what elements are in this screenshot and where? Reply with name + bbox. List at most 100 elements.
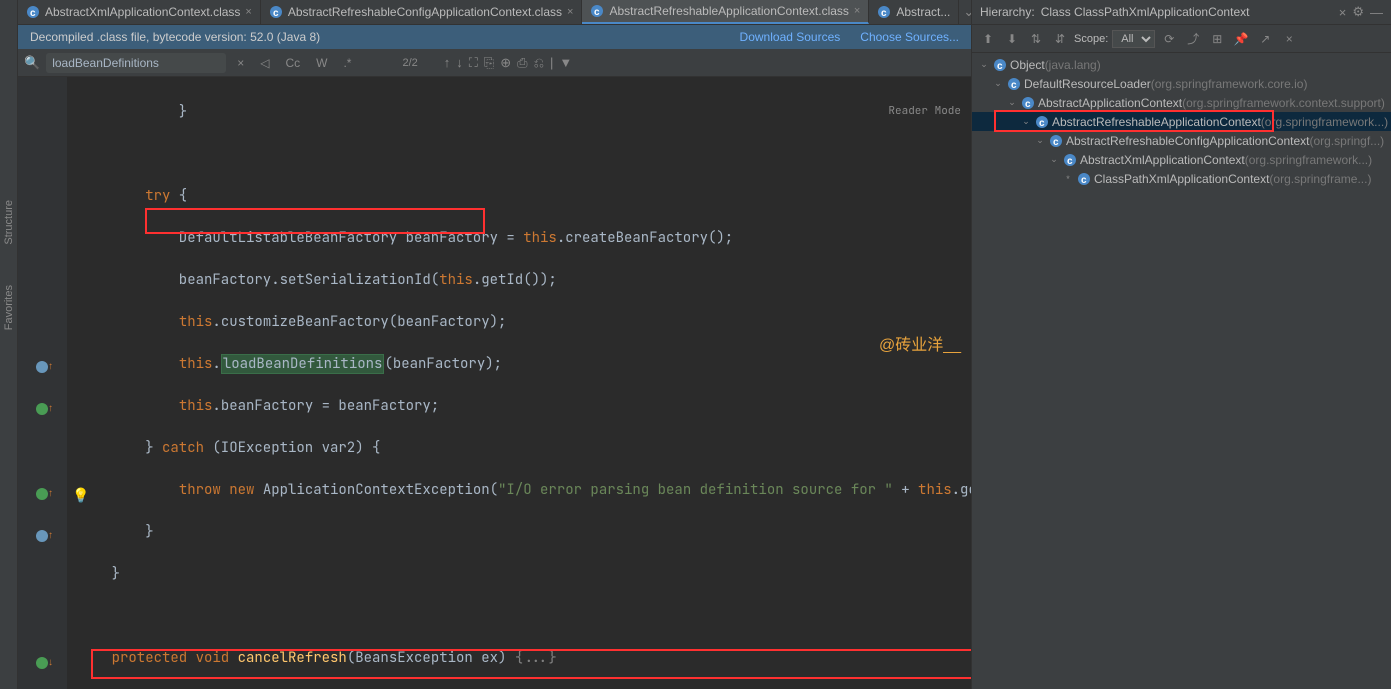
package-name: (org.springframework.context.support) xyxy=(1182,96,1385,110)
class-name: ClassPathXmlApplicationContext xyxy=(1094,172,1269,186)
editor-tab[interactable]: c AbstractRefreshableApplicationContext.… xyxy=(582,0,869,24)
tree-row[interactable]: ⌄cObject (java.lang) xyxy=(972,55,1391,74)
toolbar-icon[interactable]: ⎙ xyxy=(517,55,527,71)
expand-icon[interactable]: * xyxy=(1062,174,1074,184)
tree-row[interactable]: ⌄cAbstractRefreshableConfigApplicationCo… xyxy=(972,131,1391,150)
clear-search-icon[interactable]: × xyxy=(232,54,249,72)
supertypes-icon[interactable]: ⬇ xyxy=(1002,32,1022,46)
close-icon[interactable]: × xyxy=(854,5,860,17)
class-icon: c xyxy=(1007,77,1021,91)
tree-row[interactable]: ⌄cAbstractApplicationContext (org.spring… xyxy=(972,93,1391,112)
tree-row[interactable]: ⌄cAbstractRefreshableApplicationContext … xyxy=(972,112,1391,131)
regex-button[interactable]: .* xyxy=(338,54,356,72)
tab-label: Abstract... xyxy=(896,5,950,19)
decompiled-info-bar: Decompiled .class file, bytecode version… xyxy=(18,25,971,49)
class-name: AbstractRefreshableApplicationContext xyxy=(1052,115,1261,129)
close-icon[interactable]: × xyxy=(1339,5,1347,20)
svg-text:c: c xyxy=(594,7,600,18)
whole-word-button[interactable]: W xyxy=(311,54,332,72)
side-tab-structure[interactable]: Structure xyxy=(3,200,15,245)
editor-tab[interactable]: c Abstract... xyxy=(869,0,959,24)
override-icon[interactable] xyxy=(36,361,48,373)
autoscroll-icon[interactable]: ⤴ xyxy=(1183,30,1203,47)
package-name: (org.springf...) xyxy=(1309,134,1384,148)
download-sources-link[interactable]: Download Sources xyxy=(740,30,841,44)
search-input[interactable] xyxy=(46,53,226,73)
class-icon: c xyxy=(1049,134,1063,148)
side-tab-favorites[interactable]: Favorites xyxy=(3,285,15,330)
class-file-icon: c xyxy=(590,4,604,18)
prev-search-icon[interactable]: ◁ xyxy=(255,54,274,72)
tree-row[interactable]: ⌄cAbstractXmlApplicationContext (org.spr… xyxy=(972,150,1391,169)
override-icon[interactable] xyxy=(36,530,48,542)
editor-gutter: ↑ ↑ ↑ ↑ ↓ 💡 xyxy=(18,77,68,689)
svg-text:c: c xyxy=(1039,118,1045,129)
svg-text:c: c xyxy=(1081,175,1087,186)
close-toolbar-icon[interactable]: × xyxy=(1279,32,1299,46)
expand-icon[interactable]: ⌄ xyxy=(1020,116,1032,127)
hierarchy-toolbar: ⬆ ⬇ ⇅ ⇵ Scope: All ⟳ ⤴ ⊞ 📌 ↗ × xyxy=(972,25,1391,53)
subtypes-icon[interactable]: ⇅ xyxy=(1026,32,1046,46)
tab-label: AbstractRefreshableConfigApplicationCont… xyxy=(288,5,562,19)
reader-mode-link[interactable]: Reader Mode xyxy=(888,101,961,122)
export-icon[interactable]: ↗ xyxy=(1255,32,1275,46)
add-selection-icon[interactable]: ⊕ xyxy=(500,55,511,71)
filter-icon[interactable]: ▼ xyxy=(559,55,572,70)
tree-row[interactable]: * c ClassPathXmlApplicationContext (org.sp… xyxy=(972,169,1391,188)
package-name: (org.springframe...) xyxy=(1269,172,1371,186)
scope-label: Scope: xyxy=(1074,33,1108,45)
class-name: AbstractXmlApplicationContext xyxy=(1080,153,1245,167)
select-all-icon[interactable]: ⛶ xyxy=(469,55,478,71)
match-case-button[interactable]: Cc xyxy=(280,54,305,72)
gear-icon[interactable]: ⚙ xyxy=(1352,4,1364,20)
editor-tab[interactable]: c AbstractXmlApplicationContext.class × xyxy=(18,0,261,24)
pin-icon[interactable]: 📌 xyxy=(1231,32,1251,46)
implements-icon[interactable] xyxy=(36,403,48,415)
sort-icon[interactable]: ⇵ xyxy=(1050,32,1070,46)
expand-icon[interactable]: ⌄ xyxy=(1034,135,1046,146)
code-editor[interactable]: } try { DefaultListableBeanFactory beanF… xyxy=(68,77,971,689)
class-icon: c xyxy=(1035,115,1049,129)
class-name: AbstractApplicationContext xyxy=(1038,96,1182,110)
new-window-icon[interactable]: ⎘ xyxy=(484,55,494,71)
svg-text:c: c xyxy=(1067,156,1073,167)
editor-tabs: c AbstractXmlApplicationContext.class × … xyxy=(18,0,971,25)
class-name: DefaultResourceLoader xyxy=(1024,77,1151,91)
implements-icon[interactable] xyxy=(36,488,48,500)
expand-icon[interactable]: ⌄ xyxy=(978,59,990,70)
editor-tab[interactable]: c AbstractRefreshableConfigApplicationCo… xyxy=(261,0,583,24)
prev-match-icon[interactable]: ↑ xyxy=(444,55,451,70)
minimize-icon[interactable]: — xyxy=(1370,5,1383,20)
hierarchy-tree[interactable]: ⌄cObject (java.lang)⌄cDefaultResourceLoa… xyxy=(972,53,1391,689)
expand-icon[interactable]: ⌄ xyxy=(992,78,1004,89)
up-arrow-icon: ↑ xyxy=(48,530,60,542)
class-icon: c xyxy=(1077,172,1091,186)
expand-icon[interactable]: ⌄ xyxy=(1048,154,1060,165)
class-icon: c xyxy=(1021,96,1035,110)
next-match-icon[interactable]: ↓ xyxy=(456,55,463,70)
refresh-icon[interactable]: ⟳ xyxy=(1159,32,1179,46)
toolbar-icon[interactable]: ⎌ xyxy=(534,55,544,71)
expand-icon[interactable]: ⊞ xyxy=(1207,32,1227,46)
choose-sources-link[interactable]: Choose Sources... xyxy=(860,30,959,44)
class-file-icon: c xyxy=(26,5,40,19)
package-name: (org.springframework...) xyxy=(1261,115,1388,129)
watermark: @砖业洋__ xyxy=(879,335,961,356)
class-file-icon: c xyxy=(269,5,283,19)
close-icon[interactable]: × xyxy=(567,6,573,18)
close-icon[interactable]: × xyxy=(245,6,251,18)
overridden-icon[interactable] xyxy=(36,657,48,669)
svg-text:c: c xyxy=(881,8,887,19)
tab-label: AbstractRefreshableApplicationContext.cl… xyxy=(609,4,848,18)
expand-icon[interactable]: ⌄ xyxy=(1006,97,1018,108)
tree-row[interactable]: ⌄cDefaultResourceLoader (org.springframe… xyxy=(972,74,1391,93)
up-arrow-icon: ↑ xyxy=(48,361,60,373)
tab-label: AbstractXmlApplicationContext.class xyxy=(45,5,240,19)
up-arrow-icon: ↑ xyxy=(48,403,60,415)
toolbar-sep-icon: | xyxy=(550,55,553,70)
tabs-dropdown-icon[interactable]: ⌄ xyxy=(959,4,971,20)
class-hierarchy-icon[interactable]: ⬆ xyxy=(978,32,998,46)
class-icon: c xyxy=(1063,153,1077,167)
scope-select[interactable]: All xyxy=(1112,30,1155,48)
hierarchy-title: Class ClassPathXmlApplicationContext xyxy=(1041,5,1333,19)
